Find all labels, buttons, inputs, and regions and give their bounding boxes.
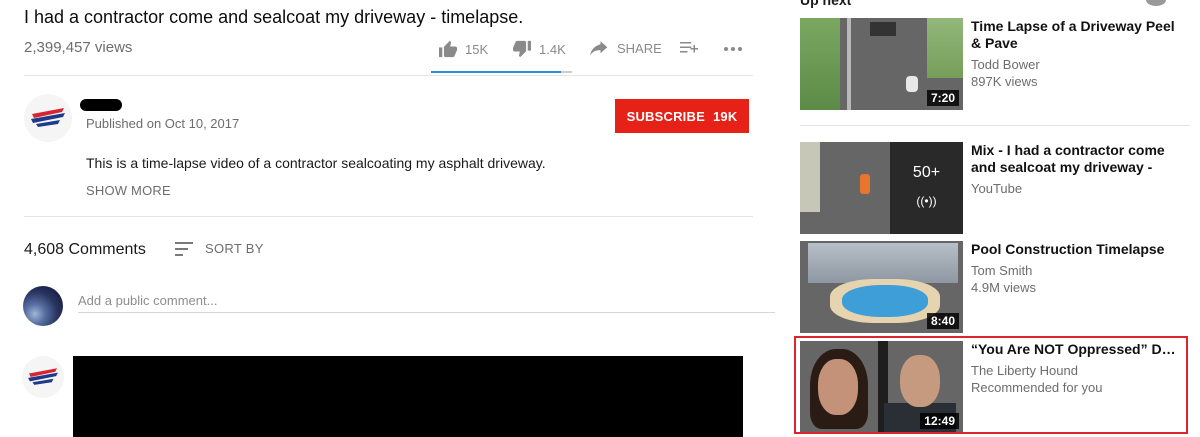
thumbnail-art: [842, 285, 928, 317]
recommended-channel: Tom Smith: [971, 263, 1033, 278]
thumbnail-art: [800, 142, 820, 212]
sort-by-button[interactable]: SORT BY: [175, 241, 264, 256]
thumbnail-art: [927, 18, 963, 78]
up-next-label: Up next: [800, 0, 852, 8]
dislike-count: 1.4K: [539, 41, 566, 57]
subscriber-count: 19K: [712, 108, 738, 124]
more-actions-button[interactable]: [723, 40, 743, 56]
thumbnail-art: [808, 243, 958, 283]
user-avatar[interactable]: [23, 286, 63, 326]
divider: [24, 216, 753, 217]
recommended-title[interactable]: “You Are NOT Oppressed” Dave Rubin Calml…: [971, 341, 1181, 358]
view-count: 2,399,457 views: [24, 39, 133, 56]
recommended-meta: Recommended for you: [971, 380, 1103, 395]
sort-icon: [175, 241, 193, 256]
subscribe-label: SUBSCRIBE: [626, 108, 705, 124]
like-count: 15K: [465, 41, 489, 57]
mix-count: 50+: [912, 164, 941, 181]
like-ratio-fill: [431, 71, 561, 73]
recommended-meta: 4.9M views: [971, 280, 1037, 295]
thumbnail-art: [870, 22, 896, 36]
channel-name-redacted: [80, 99, 122, 111]
recommended-title[interactable]: Pool Construction Timelapse: [971, 241, 1181, 258]
add-to-playlist-button[interactable]: [680, 40, 698, 56]
recommended-title[interactable]: Mix - I had a contractor come and sealco…: [971, 142, 1181, 176]
video-title: I had a contractor come and sealcoat my …: [24, 7, 524, 27]
video-description: This is a time-lapse video of a contract…: [86, 155, 546, 171]
like-ratio-bar: [431, 71, 572, 73]
like-button[interactable]: 15K: [438, 40, 488, 58]
mix-broadcast-icon: ((•)): [916, 194, 937, 208]
mix-overlay: 50+ ((•)): [890, 142, 963, 234]
video-thumbnail[interactable]: 7:20: [800, 18, 963, 110]
playlist-add-icon: [680, 40, 698, 56]
sort-by-label: SORT BY: [205, 241, 264, 256]
recommended-channel: The Liberty Hound: [971, 363, 1078, 378]
recommended-title[interactable]: Time Lapse of a Driveway Peel & Pave: [971, 18, 1181, 52]
thumbs-down-icon: [512, 40, 532, 58]
recommended-channel: Todd Bower: [971, 57, 1040, 72]
divider: [24, 75, 753, 76]
share-label: SHARE: [617, 40, 662, 56]
show-more-link[interactable]: SHOW MORE: [86, 183, 171, 198]
more-horizontal-icon: [723, 40, 743, 56]
comment-input[interactable]: [78, 289, 775, 313]
channel-logo: [22, 356, 64, 398]
channel-avatar[interactable]: [24, 94, 72, 142]
recommended-channel: YouTube: [971, 181, 1023, 196]
commenter-avatar[interactable]: [22, 356, 64, 398]
comment-redacted: [73, 356, 743, 437]
recommended-meta: 897K views: [971, 74, 1038, 89]
dislike-button[interactable]: 1.4K: [512, 40, 566, 58]
duration-badge: 7:20: [926, 90, 959, 106]
duration-badge: 8:40: [926, 313, 959, 329]
divider: [800, 125, 1190, 126]
thumbnail-art: [906, 76, 918, 92]
autoplay-toggle[interactable]: [1146, 0, 1166, 6]
video-thumbnail[interactable]: 8:40: [800, 241, 963, 333]
comment-count: 4,608 Comments: [24, 241, 146, 258]
thumbnail-art: [900, 355, 940, 407]
thumbs-up-icon: [438, 40, 458, 58]
thumbnail-art: [847, 18, 851, 110]
publish-date: Published on Oct 10, 2017: [86, 116, 240, 131]
share-arrow-icon: [590, 40, 608, 56]
share-button[interactable]: SHARE: [590, 40, 662, 56]
thumbnail-art: [800, 18, 840, 110]
video-thumbnail[interactable]: 12:49: [800, 341, 963, 433]
duration-badge: 12:49: [920, 413, 959, 429]
subscribe-button[interactable]: SUBSCRIBE 19K: [615, 99, 749, 133]
thumbnail-art: [860, 174, 870, 194]
video-thumbnail[interactable]: 50+ ((•)): [800, 142, 963, 234]
thumbnail-art: [818, 359, 858, 415]
channel-logo: [24, 94, 72, 142]
